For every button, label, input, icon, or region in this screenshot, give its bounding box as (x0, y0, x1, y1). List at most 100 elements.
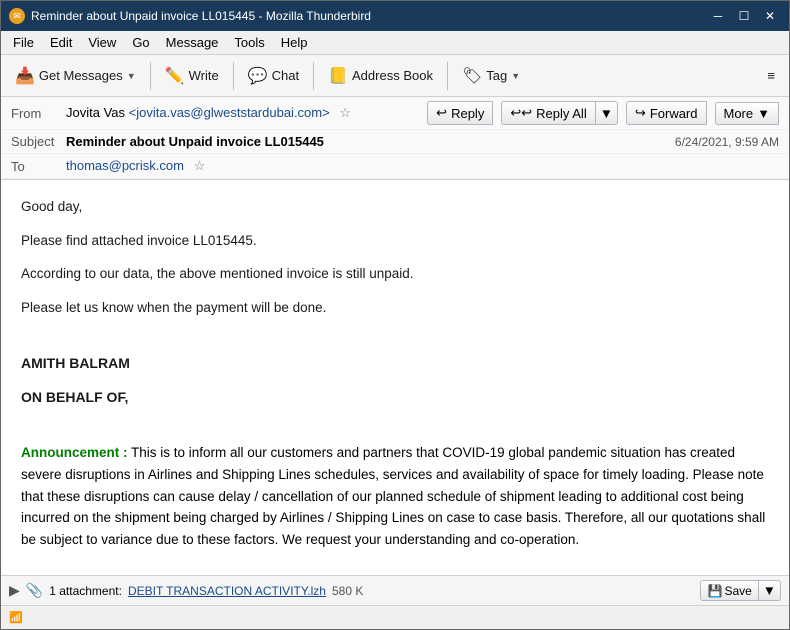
wifi-icon: 📶 (9, 611, 23, 624)
announcement: Announcement : This is to inform all our… (21, 442, 769, 550)
toolbar: 📥 Get Messages ▼ ✏️ Write 💬 Chat 📒 Addre… (1, 55, 789, 97)
header-action-buttons: ↩ Reply ↩↩ Reply All ▼ ↪ (427, 101, 779, 125)
more-dropdown-icon: ▼ (757, 106, 770, 121)
email-header: From Jovita Vas <jovita.vas@glweststardu… (1, 97, 789, 180)
app-icon: ✉ (9, 8, 25, 24)
tag-label: Tag (486, 68, 507, 83)
menu-view[interactable]: View (80, 33, 124, 52)
save-button-group: 💾 Save ▼ (700, 580, 781, 601)
content-area: From Jovita Vas <jovita.vas@glweststardu… (1, 97, 789, 629)
expand-icon[interactable]: ▶ (9, 582, 20, 599)
email-greeting: Good day, (21, 196, 769, 218)
chat-icon: 💬 (248, 66, 268, 86)
write-label: Write (189, 68, 219, 83)
toolbar-sep-2 (233, 62, 234, 90)
email-para1: Please find attached invoice LL015445. (21, 230, 769, 252)
toolbar-menu-button[interactable]: ≡ (759, 64, 783, 87)
to-row: To thomas@pcrisk.com ☆ (1, 154, 789, 179)
attachment-size: 580 K (332, 584, 363, 598)
toolbar-sep-4 (447, 62, 448, 90)
more-label: More (724, 106, 754, 121)
chat-button[interactable]: 💬 Chat (240, 62, 307, 90)
more-button[interactable]: More ▼ (715, 102, 780, 125)
menu-help[interactable]: Help (273, 33, 316, 52)
from-row: From Jovita Vas <jovita.vas@glweststardu… (1, 97, 789, 130)
to-star-icon[interactable]: ☆ (194, 158, 206, 173)
window-title: Reminder about Unpaid invoice LL015445 -… (31, 9, 371, 23)
statusbar: 📶 (1, 605, 789, 629)
save-icon: 💾 (707, 584, 722, 598)
attachment-bar: ▶ 📎 1 attachment: DEBIT TRANSACTION ACTI… (1, 575, 789, 605)
save-dropdown-button[interactable]: ▼ (759, 580, 781, 601)
attachment-count: 1 attachment: (49, 584, 122, 598)
announcement-text: This is to inform all our customers and … (21, 445, 765, 546)
tag-dropdown-icon: ▼ (511, 71, 520, 81)
get-messages-dropdown-icon: ▼ (127, 71, 136, 81)
from-email: <jovita.vas@glweststardubai.com> (129, 105, 330, 120)
toolbar-sep-1 (150, 62, 151, 90)
titlebar-left: ✉ Reminder about Unpaid invoice LL015445… (9, 8, 371, 24)
tag-icon: 🏷 (462, 66, 482, 86)
from-name: Jovita Vas (66, 105, 125, 120)
save-button[interactable]: 💾 Save (700, 580, 758, 601)
get-messages-label: Get Messages (39, 68, 123, 83)
to-value: thomas@pcrisk.com ☆ (66, 158, 779, 174)
reply-icon: ↩ (436, 105, 447, 121)
subject-value: Reminder about Unpaid invoice LL015445 (66, 134, 665, 149)
forward-label: Forward (650, 106, 698, 121)
close-button[interactable]: ✕ (759, 5, 781, 27)
tag-button[interactable]: 🏷 Tag ▼ (454, 62, 528, 90)
email-content: Good day, Please find attached invoice L… (1, 180, 789, 575)
address-book-button[interactable]: 📒 Address Book (320, 62, 441, 90)
get-messages-button[interactable]: 📥 Get Messages ▼ (7, 62, 144, 90)
menubar: File Edit View Go Message Tools Help (1, 31, 789, 55)
reply-all-button[interactable]: ↩↩ Reply All (501, 101, 595, 125)
chat-label: Chat (272, 68, 299, 83)
toolbar-sep-3 (313, 62, 314, 90)
from-star-icon[interactable]: ☆ (339, 105, 351, 120)
reply-button[interactable]: ↩ Reply (427, 101, 493, 125)
menu-go[interactable]: Go (124, 33, 157, 52)
menu-tools[interactable]: Tools (226, 33, 272, 52)
sender-name: AMITH BALRAM (21, 352, 769, 374)
email-para2: According to our data, the above mention… (21, 263, 769, 285)
attachment-filename[interactable]: DEBIT TRANSACTION ACTIVITY.lzh (128, 584, 326, 598)
address-book-label: Address Book (352, 68, 433, 83)
subject-text: Reminder about Unpaid invoice LL015445 (66, 134, 324, 149)
forward-button-group: ↪ Forward (626, 101, 707, 125)
subject-label: Subject (11, 134, 66, 149)
sender-title: ON BEHALF OF, (21, 386, 769, 408)
email-date: 6/24/2021, 9:59 AM (675, 135, 779, 149)
to-label: To (11, 159, 66, 174)
maximize-button[interactable]: ☐ (733, 5, 755, 27)
email-body-wrapper[interactable]: Good day, Please find attached invoice L… (1, 180, 789, 575)
reply-button-group: ↩ Reply (427, 101, 493, 125)
reply-all-label: Reply All (536, 106, 587, 121)
reply-all-icon: ↩↩ (510, 105, 532, 121)
menu-file[interactable]: File (5, 33, 42, 52)
from-label: From (11, 106, 66, 121)
app-window: ✉ Reminder about Unpaid invoice LL015445… (0, 0, 790, 630)
subject-row: Subject Reminder about Unpaid invoice LL… (1, 130, 789, 154)
email-para3: Please let us know when the payment will… (21, 297, 769, 319)
write-icon: ✏️ (165, 66, 185, 86)
attachment-paperclip-icon: 📎 (26, 582, 43, 599)
from-value: Jovita Vas <jovita.vas@glweststardubai.c… (66, 105, 427, 121)
write-button[interactable]: ✏️ Write (157, 62, 227, 90)
get-messages-icon: 📥 (15, 66, 35, 86)
reply-label: Reply (451, 106, 484, 121)
menu-message[interactable]: Message (158, 33, 227, 52)
announcement-label: Announcement : (21, 445, 128, 460)
reply-all-button-group: ↩↩ Reply All ▼ (501, 101, 618, 125)
to-address: thomas@pcrisk.com (66, 158, 184, 173)
forward-icon: ↪ (635, 105, 646, 121)
address-book-icon: 📒 (328, 66, 348, 86)
titlebar: ✉ Reminder about Unpaid invoice LL015445… (1, 1, 789, 31)
reply-all-dropdown-button[interactable]: ▼ (596, 101, 618, 125)
save-label: Save (724, 584, 751, 598)
titlebar-controls: ─ ☐ ✕ (707, 5, 781, 27)
more-button-group: More ▼ (715, 102, 780, 125)
menu-edit[interactable]: Edit (42, 33, 80, 52)
forward-button[interactable]: ↪ Forward (626, 101, 707, 125)
minimize-button[interactable]: ─ (707, 5, 729, 27)
